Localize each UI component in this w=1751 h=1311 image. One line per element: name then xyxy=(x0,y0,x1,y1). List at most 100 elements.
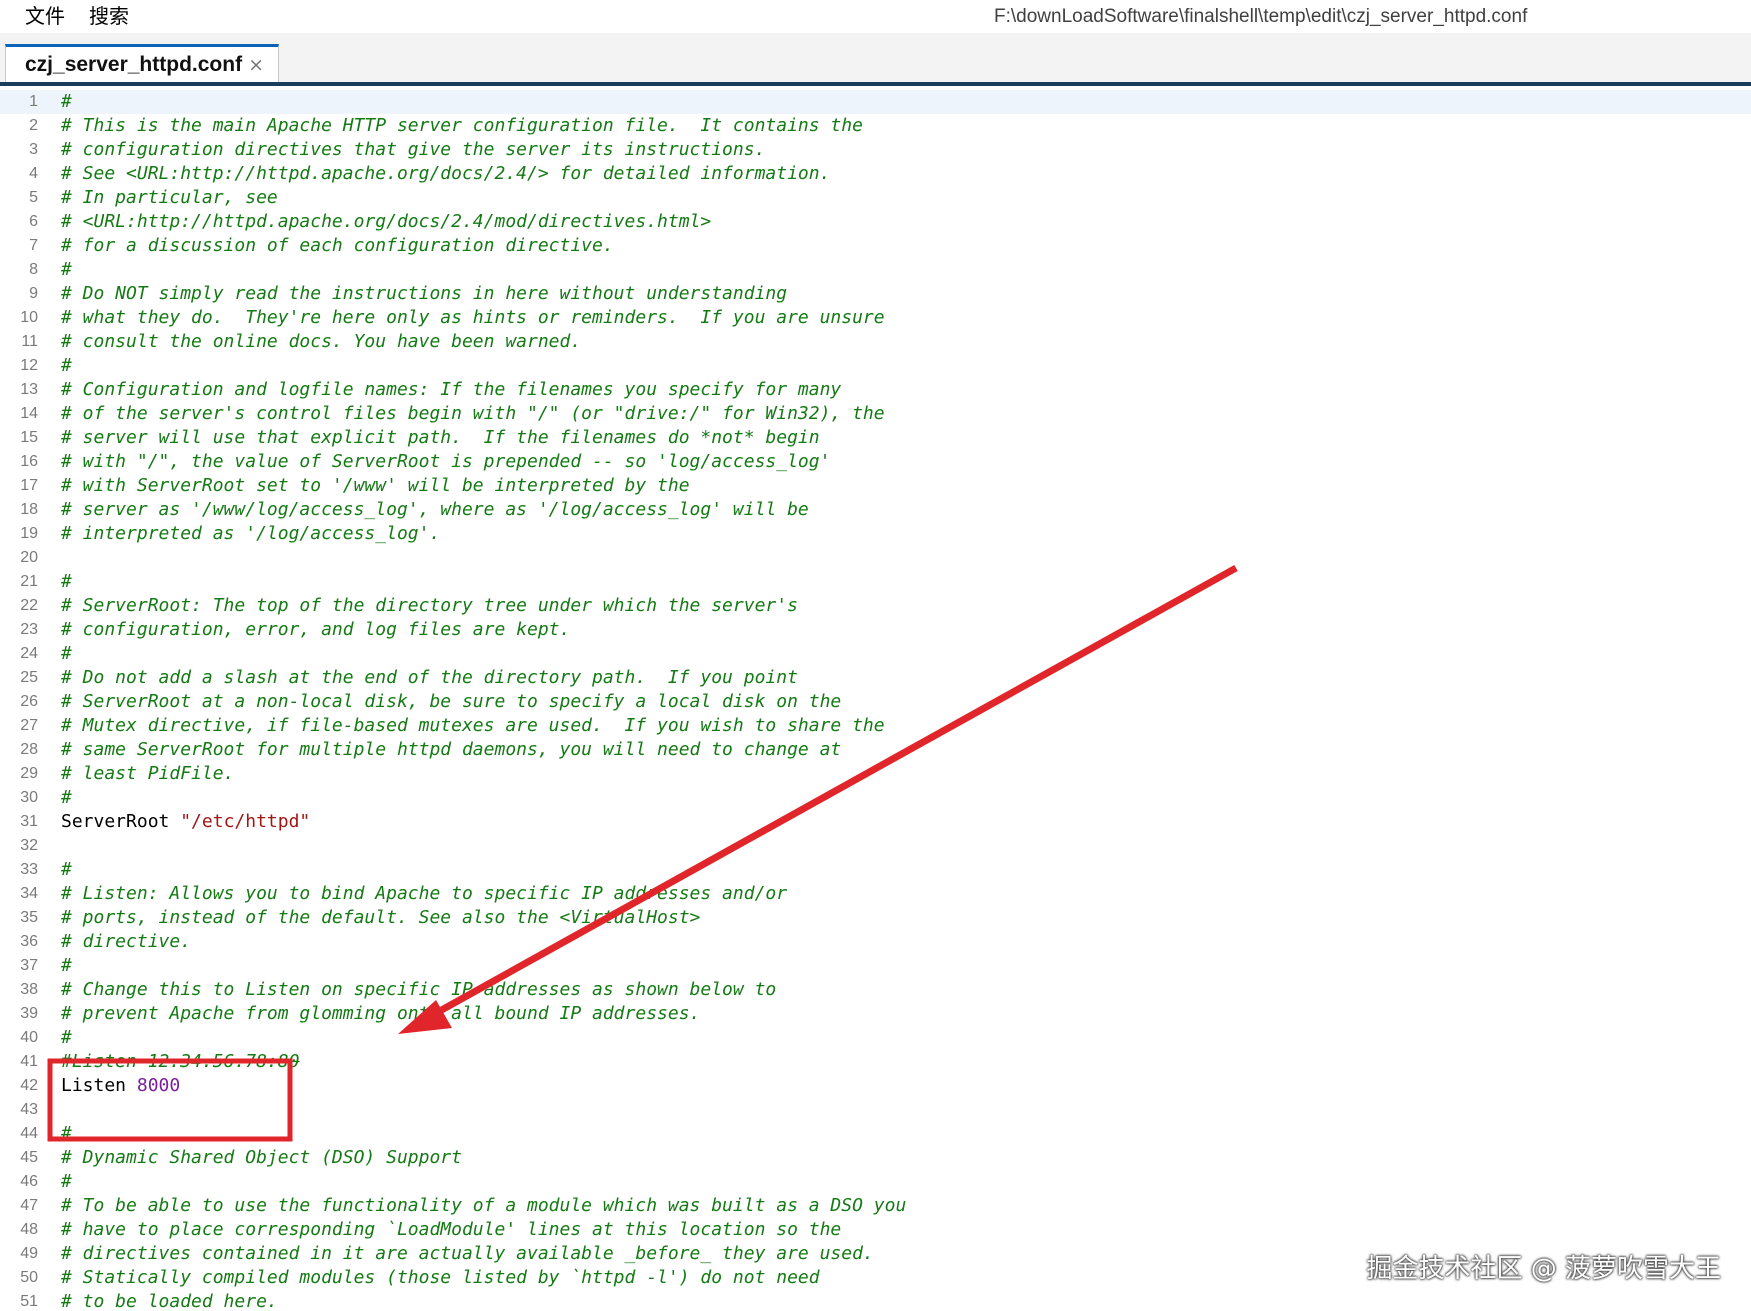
line-number: 32 xyxy=(20,837,38,854)
menu-search[interactable]: 搜索 xyxy=(77,0,141,33)
code-line[interactable]: 44 # xyxy=(0,1122,1751,1146)
code-line[interactable]: 20 xyxy=(0,546,1751,570)
code-token: # xyxy=(61,1027,72,1048)
code-text: # interpreted as '/log/access_log'. xyxy=(61,522,440,546)
line-number: 38 xyxy=(20,981,38,998)
code-line[interactable]: 35 # ports, instead of the default. See a… xyxy=(0,906,1751,930)
code-text: Listen 8000 xyxy=(61,1074,180,1098)
code-line[interactable]: 15 # server will use that explicit path. … xyxy=(0,426,1751,450)
code-line[interactable]: 32 xyxy=(0,834,1751,858)
menu-file[interactable]: 文件 xyxy=(0,0,77,33)
line-number: 10 xyxy=(20,309,38,326)
code-line[interactable]: 23 # configuration, error, and log files … xyxy=(0,618,1751,642)
code-line[interactable]: 46 # xyxy=(0,1170,1751,1194)
code-line[interactable]: 22 # ServerRoot: The top of the directory… xyxy=(0,594,1751,618)
code-token: # same ServerRoot for multiple httpd dae… xyxy=(61,739,842,760)
code-text: # Change this to Listen on specific IP a… xyxy=(61,978,776,1002)
code-token: # prevent Apache from glomming onto all … xyxy=(61,1003,701,1024)
code-line[interactable]: 7 # for a discussion of each configuratio… xyxy=(0,234,1751,258)
code-line[interactable]: 31 ServerRoot "/etc/httpd" xyxy=(0,810,1751,834)
code-token: # xyxy=(61,571,72,592)
code-line[interactable]: 2 # This is the main Apache HTTP server c… xyxy=(0,114,1751,138)
code-line[interactable]: 39 # prevent Apache from glomming onto al… xyxy=(0,1002,1751,1026)
line-number: 16 xyxy=(20,453,38,470)
code-line[interactable]: 5 # In particular, see xyxy=(0,186,1751,210)
code-token: # with "/", the value of ServerRoot is p… xyxy=(61,451,831,472)
code-line[interactable]: 36 # directive. xyxy=(0,930,1751,954)
code-line[interactable]: 33 # xyxy=(0,858,1751,882)
line-number: 47 xyxy=(20,1197,38,1214)
code-text: # directive. xyxy=(61,930,191,954)
code-line[interactable]: 43 xyxy=(0,1098,1751,1122)
code-token: # In particular, see xyxy=(61,187,278,208)
code-line[interactable]: 24 # xyxy=(0,642,1751,666)
code-token: # to be loaded here. xyxy=(61,1291,278,1311)
code-token: # Change this to Listen on specific IP a… xyxy=(61,979,777,1000)
code-line[interactable]: 38 # Change this to Listen on specific IP… xyxy=(0,978,1751,1002)
code-editor[interactable]: 1 # 2 # This is the main Apache HTTP server… xyxy=(0,90,1751,1311)
code-line[interactable]: 34 # Listen: Allows you to bind Apache to… xyxy=(0,882,1751,906)
code-line[interactable]: 12 # xyxy=(0,354,1751,378)
tab-czj-server-httpd-conf[interactable]: czj_server_httpd.conf × xyxy=(5,44,279,83)
close-icon[interactable]: × xyxy=(248,54,264,76)
code-line[interactable]: 47 # To be able to use the functionality … xyxy=(0,1194,1751,1218)
code-token: # directives contained in it are actuall… xyxy=(61,1243,874,1264)
code-line[interactable]: 21 # xyxy=(0,570,1751,594)
code-token: # with ServerRoot set to '/www' will be … xyxy=(61,475,690,496)
code-line[interactable]: 48 # have to place corresponding `LoadMod… xyxy=(0,1218,1751,1242)
code-token: # xyxy=(61,91,72,112)
code-line[interactable]: 1 # xyxy=(0,90,1751,114)
code-token: # See <URL:http://httpd.apache.org/docs/… xyxy=(61,163,831,184)
line-number: 25 xyxy=(20,669,38,686)
code-value-token: 8000 xyxy=(136,1075,181,1096)
code-line[interactable]: 6 # <URL:http://httpd.apache.org/docs/2.4… xyxy=(0,210,1751,234)
code-text: # Do NOT simply read the instructions in… xyxy=(61,282,787,306)
code-text: #Listen 12.34.56.78:80 xyxy=(61,1050,299,1074)
line-number: 51 xyxy=(20,1293,38,1310)
code-text: # consult the online docs. You have been… xyxy=(61,330,581,354)
code-token: # xyxy=(61,259,72,280)
code-text: # Listen: Allows you to bind Apache to s… xyxy=(61,882,787,906)
code-line[interactable]: 26 # ServerRoot at a non-local disk, be s… xyxy=(0,690,1751,714)
code-line[interactable]: 45 # Dynamic Shared Object (DSO) Support xyxy=(0,1146,1751,1170)
code-line[interactable]: 11 # consult the online docs. You have be… xyxy=(0,330,1751,354)
code-line[interactable]: 29 # least PidFile. xyxy=(0,762,1751,786)
code-line[interactable]: 42 Listen 8000 xyxy=(0,1074,1751,1098)
code-line[interactable]: 51 # to be loaded here. xyxy=(0,1290,1751,1311)
code-line[interactable]: 30 # xyxy=(0,786,1751,810)
line-number: 35 xyxy=(20,909,38,926)
code-line[interactable]: 13 # Configuration and logfile names: If … xyxy=(0,378,1751,402)
code-line[interactable]: 28 # same ServerRoot for multiple httpd d… xyxy=(0,738,1751,762)
line-number: 2 xyxy=(29,117,38,134)
code-text: # This is the main Apache HTTP server co… xyxy=(61,114,863,138)
code-line[interactable]: 18 # server as '/www/log/access_log', whe… xyxy=(0,498,1751,522)
code-token: # xyxy=(61,1123,72,1144)
line-number: 3 xyxy=(29,141,38,158)
code-line[interactable]: 14 # of the server's control files begin … xyxy=(0,402,1751,426)
code-text: # server as '/www/log/access_log', where… xyxy=(61,498,809,522)
code-line[interactable]: 8 # xyxy=(0,258,1751,282)
code-text: # xyxy=(61,954,72,978)
line-number: 19 xyxy=(20,525,38,542)
code-text: # xyxy=(61,1026,72,1050)
code-line[interactable]: 41 #Listen 12.34.56.78:80 xyxy=(0,1050,1751,1074)
code-text: # ports, instead of the default. See als… xyxy=(61,906,700,930)
code-token: # for a discussion of each configuration… xyxy=(61,235,614,256)
code-line[interactable]: 9 # Do NOT simply read the instructions i… xyxy=(0,282,1751,306)
code-line[interactable]: 27 # Mutex directive, if file-based mutex… xyxy=(0,714,1751,738)
code-line[interactable]: 37 # xyxy=(0,954,1751,978)
code-line[interactable]: 17 # with ServerRoot set to '/www' will b… xyxy=(0,474,1751,498)
code-line[interactable]: 40 # xyxy=(0,1026,1751,1050)
line-number: 20 xyxy=(20,549,38,566)
code-text: # prevent Apache from glomming onto all … xyxy=(61,1002,700,1026)
code-token: # xyxy=(61,355,72,376)
code-line[interactable]: 10 # what they do. They're here only as h… xyxy=(0,306,1751,330)
code-line[interactable]: 25 # Do not add a slash at the end of the… xyxy=(0,666,1751,690)
code-text: # configuration, error, and log files ar… xyxy=(61,618,570,642)
code-line[interactable]: 4 # See <URL:http://httpd.apache.org/docs… xyxy=(0,162,1751,186)
code-line[interactable]: 3 # configuration directives that give th… xyxy=(0,138,1751,162)
code-line[interactable]: 19 # interpreted as '/log/access_log'. xyxy=(0,522,1751,546)
code-text: # to be loaded here. xyxy=(61,1290,278,1311)
code-token: # ServerRoot at a non-local disk, be sur… xyxy=(61,691,842,712)
code-line[interactable]: 16 # with "/", the value of ServerRoot is… xyxy=(0,450,1751,474)
